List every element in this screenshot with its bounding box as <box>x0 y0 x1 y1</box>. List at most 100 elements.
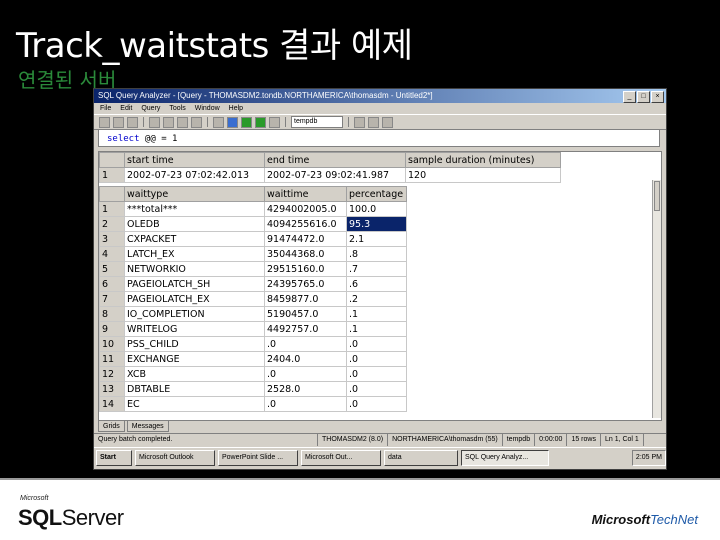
object-browser-icon[interactable] <box>354 116 365 128</box>
table-cell[interactable]: IO_COMPLETION <box>124 306 265 322</box>
table-cell[interactable]: EC <box>124 396 265 412</box>
table-cell[interactable]: .0 <box>264 336 347 352</box>
table-cell[interactable]: 2528.0 <box>264 381 347 397</box>
table-cell[interactable]: XCB <box>124 366 265 382</box>
paste-icon[interactable] <box>177 116 188 128</box>
taskbar-item[interactable]: PowerPoint Slide ... <box>218 450 298 466</box>
table-cell[interactable]: 29515160.0 <box>264 261 347 277</box>
cut-icon[interactable] <box>149 116 160 128</box>
menu-tools[interactable]: Tools <box>169 103 185 114</box>
close-icon[interactable]: × <box>651 91 664 103</box>
table-cell[interactable]: CXPACKET <box>124 231 265 247</box>
table-cell[interactable]: NETWORKIO <box>124 261 265 277</box>
object-search-icon[interactable] <box>368 116 379 128</box>
table-row[interactable]: 11 EXCHANGE 2404.0.0 <box>99 351 407 367</box>
table-row[interactable]: 3 CXPACKET 91474472.0 2.1 <box>99 231 407 247</box>
table-cell[interactable]: WRITELOG <box>124 321 265 337</box>
table-cell[interactable]: .0 <box>346 396 407 412</box>
table-cell[interactable]: 100.0 <box>346 201 407 217</box>
taskbar-item-active[interactable]: SQL Query Analyz... <box>461 450 549 466</box>
table-row[interactable]: 4 LATCH_EX 35044368.0.8 <box>99 246 407 262</box>
column-header[interactable]: percentage <box>346 186 407 202</box>
maximize-icon[interactable]: □ <box>637 91 650 103</box>
table-cell[interactable]: .0 <box>264 366 347 382</box>
table-cell[interactable]: OLEDB <box>124 216 265 232</box>
row-number[interactable]: 3 <box>99 231 125 247</box>
parse-check-icon[interactable] <box>241 116 252 128</box>
row-number[interactable]: 4 <box>99 246 125 262</box>
table-row[interactable]: 2 OLEDB 4094255616.0 95.3 <box>99 216 407 232</box>
minimize-icon[interactable]: _ <box>623 91 636 103</box>
menu-query[interactable]: Query <box>141 103 160 114</box>
table-row[interactable]: 6 PAGEIOLATCH_SH 24395765.0.6 <box>99 276 407 292</box>
scroll-thumb[interactable] <box>654 181 660 211</box>
table-row[interactable]: 1 2002-07-23 07:02:42.013 2002-07-23 09:… <box>99 167 561 183</box>
table-cell[interactable]: .2 <box>346 291 407 307</box>
vertical-scrollbar[interactable] <box>652 180 661 418</box>
table-row[interactable]: 13 DBTABLE 2528.0.0 <box>99 381 407 397</box>
database-select[interactable]: tempdb <box>291 116 343 128</box>
table-row[interactable]: 9 WRITELOG 4492757.0.1 <box>99 321 407 337</box>
row-number[interactable]: 9 <box>99 321 125 337</box>
row-number[interactable]: 6 <box>99 276 125 292</box>
column-header[interactable]: waittype <box>124 186 265 202</box>
row-number[interactable]: 5 <box>99 261 125 277</box>
row-number[interactable]: 8 <box>99 306 125 322</box>
table-cell[interactable]: 4294002005.0 <box>264 201 347 217</box>
row-number[interactable]: 13 <box>99 381 125 397</box>
table-cell[interactable]: PAGEIOLATCH_SH <box>124 276 265 292</box>
results-grid-pane[interactable]: start time end time sample duration (min… <box>98 151 662 421</box>
row-number[interactable]: 11 <box>99 351 125 367</box>
save-icon[interactable] <box>127 116 138 128</box>
table-row[interactable]: 12 XCB .0.0 <box>99 366 407 382</box>
undo-icon[interactable] <box>213 116 224 128</box>
query-editor[interactable]: select @@ = 1 <box>98 129 660 147</box>
table-row[interactable]: 8 IO_COMPLETION 5190457.0.1 <box>99 306 407 322</box>
table-cell[interactable]: 2404.0 <box>264 351 347 367</box>
table-cell[interactable]: .8 <box>346 246 407 262</box>
row-number[interactable]: 12 <box>99 366 125 382</box>
table-cell[interactable]: 5190457.0 <box>264 306 347 322</box>
table-row[interactable]: 5 NETWORKIO 29515160.0.7 <box>99 261 407 277</box>
table-cell[interactable]: PSS_CHILD <box>124 336 265 352</box>
menu-edit[interactable]: Edit <box>120 103 132 114</box>
taskbar-item[interactable]: data <box>384 450 458 466</box>
tab-grids[interactable]: Grids <box>98 420 125 432</box>
table-cell[interactable]: LATCH_EX <box>124 246 265 262</box>
row-number[interactable]: 14 <box>99 396 125 412</box>
start-button[interactable]: Start <box>96 450 132 466</box>
column-header[interactable]: sample duration (minutes) <box>405 152 561 168</box>
table-row[interactable]: 10 PSS_CHILD .0.0 <box>99 336 407 352</box>
stop-icon[interactable] <box>269 116 280 128</box>
row-number[interactable]: 2 <box>99 216 125 232</box>
row-number[interactable]: 1 <box>99 167 125 183</box>
table-cell[interactable]: .0 <box>346 351 407 367</box>
find-icon[interactable] <box>191 116 202 128</box>
table-row[interactable]: 1 ***total*** 4294002005.0 100.0 <box>99 201 407 217</box>
table-cell[interactable]: 8459877.0 <box>264 291 347 307</box>
table-cell[interactable]: .6 <box>346 276 407 292</box>
table-cell[interactable]: 35044368.0 <box>264 246 347 262</box>
table-cell[interactable]: 95.3 <box>346 216 407 232</box>
table-cell[interactable]: 2002-07-23 07:02:42.013 <box>124 167 265 183</box>
open-icon[interactable] <box>113 116 124 128</box>
table-cell[interactable]: .0 <box>346 366 407 382</box>
copy-icon[interactable] <box>163 116 174 128</box>
results-grid-icon[interactable] <box>227 116 238 128</box>
table-cell[interactable]: 2002-07-23 09:02:41.987 <box>264 167 406 183</box>
table-cell[interactable]: 120 <box>405 167 561 183</box>
table-row[interactable]: 7 PAGEIOLATCH_EX 8459877.0.2 <box>99 291 407 307</box>
table-row[interactable]: 14 EC .0.0 <box>99 396 407 412</box>
row-number[interactable]: 1 <box>99 201 125 217</box>
table-cell[interactable]: 91474472.0 <box>264 231 347 247</box>
execute-icon[interactable] <box>255 116 266 128</box>
row-number[interactable]: 10 <box>99 336 125 352</box>
table-cell[interactable]: 2.1 <box>346 231 407 247</box>
column-header[interactable]: waittime <box>264 186 347 202</box>
table-cell[interactable]: DBTABLE <box>124 381 265 397</box>
table-cell[interactable]: .0 <box>346 381 407 397</box>
new-query-icon[interactable] <box>99 116 110 128</box>
table-cell[interactable]: 4094255616.0 <box>264 216 347 232</box>
menu-window[interactable]: Window <box>195 103 220 114</box>
table-cell[interactable]: EXCHANGE <box>124 351 265 367</box>
